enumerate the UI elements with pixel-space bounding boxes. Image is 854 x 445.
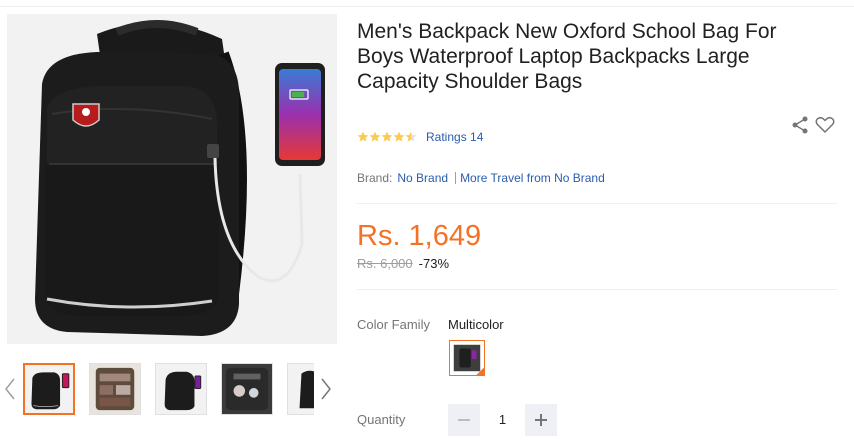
brand-separator	[455, 172, 457, 184]
main-product-image[interactable]	[7, 14, 337, 344]
star-icon	[357, 131, 369, 143]
current-price: Rs. 1,649	[357, 220, 482, 252]
color-family-value: Multicolor	[448, 317, 504, 332]
backpack-compartment-thumbnail	[222, 364, 272, 414]
divider	[357, 203, 837, 204]
thumbnail-1[interactable]	[23, 363, 75, 415]
brand-link[interactable]: No Brand	[397, 171, 448, 185]
star-icon	[369, 131, 381, 143]
heart-icon[interactable]	[814, 114, 836, 136]
thumbnail-strip	[22, 363, 314, 417]
star-icon	[393, 131, 405, 143]
minus-icon	[458, 419, 470, 421]
thumbnail-5[interactable]	[287, 363, 314, 415]
quantity-increase-button[interactable]	[525, 404, 557, 436]
top-divider	[0, 6, 854, 7]
black-backpack-thumbnail	[156, 364, 206, 414]
quantity-decrease-button[interactable]	[448, 404, 480, 436]
thumbnail-4[interactable]	[221, 363, 273, 415]
chevron-left-icon	[5, 378, 15, 400]
black-backpack-phone-thumbnail	[25, 365, 73, 413]
backpack-side-thumbnail	[288, 364, 314, 414]
share-icon[interactable]	[790, 115, 810, 135]
original-price-row: Rs. 6,000 -73%	[357, 256, 449, 271]
backpack-with-phone-image	[7, 14, 337, 344]
thumbnails-next-button[interactable]	[316, 372, 336, 406]
plus-icon	[535, 414, 547, 426]
half-star-icon	[405, 131, 417, 143]
brand-label: Brand:	[357, 171, 393, 185]
divider	[357, 289, 837, 290]
brand-row: Brand: No Brand More Travel from No Bran…	[357, 171, 605, 185]
original-price: Rs. 6,000	[357, 256, 413, 271]
thumbnail-2[interactable]	[89, 363, 141, 415]
thumbnail-3[interactable]	[155, 363, 207, 415]
backpack-swatch-thumbnail	[450, 341, 484, 375]
discount-badge: -73%	[418, 256, 450, 271]
rating-stars	[357, 131, 417, 143]
backpack-interior-thumbnail	[90, 364, 140, 414]
color-family-label: Color Family	[357, 317, 430, 332]
star-icon	[381, 131, 393, 143]
thumbnails-prev-button[interactable]	[0, 372, 20, 406]
rating-row: Ratings 14	[357, 129, 483, 145]
quantity-label: Quantity	[357, 412, 406, 427]
chevron-right-icon	[321, 378, 331, 400]
quantity-input[interactable]	[480, 404, 525, 436]
color-swatch[interactable]	[449, 340, 485, 376]
more-from-brand-link[interactable]: More Travel from No Brand	[460, 171, 605, 185]
product-title: Men's Backpack New Oxford School Bag For…	[357, 20, 777, 93]
ratings-link[interactable]: Ratings 14	[426, 130, 483, 144]
